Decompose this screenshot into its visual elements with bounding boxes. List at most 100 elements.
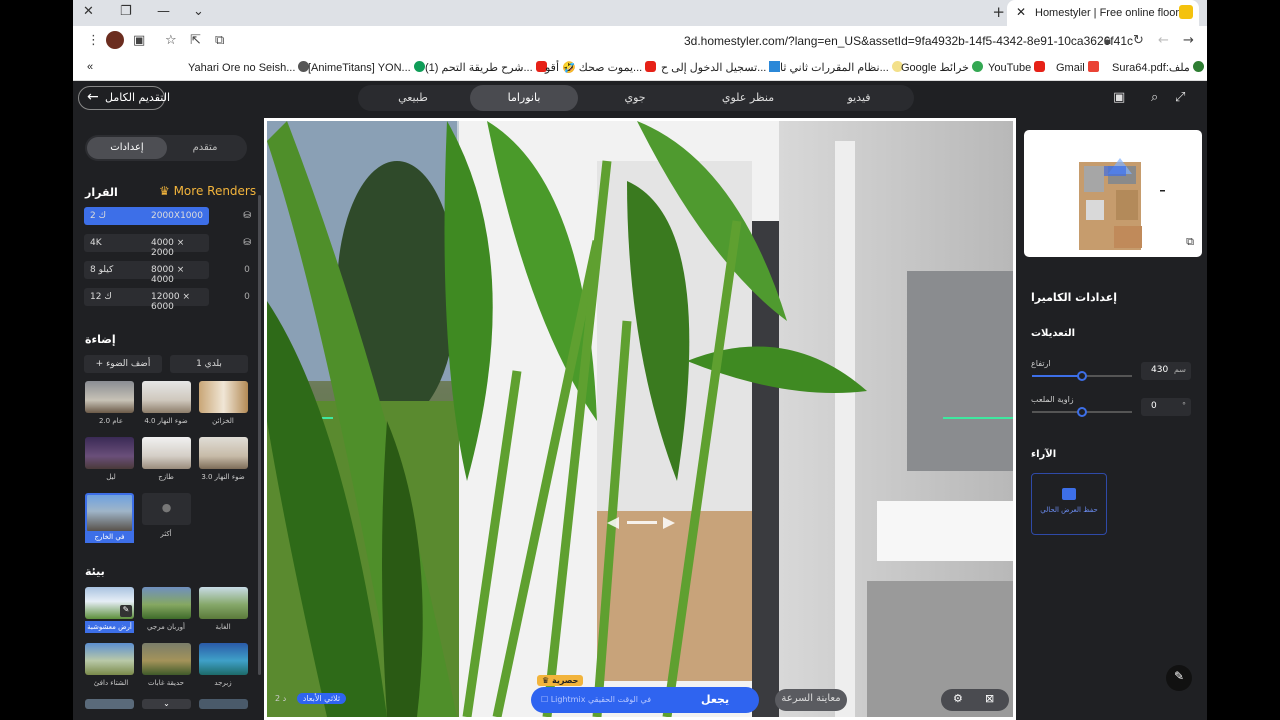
bookmark-item[interactable]: (1) شرح طريقة التحم... bbox=[425, 61, 547, 74]
address-bar[interactable]: 3d.homestyler.com/?lang=en_US&assetId=9f… bbox=[684, 34, 1133, 48]
render-topbar: ← التقديم الكامل طبيعي بانوراما جوي منظر… bbox=[73, 81, 1207, 115]
views-title: الآراء bbox=[1031, 449, 1057, 460]
env-thumb[interactable] bbox=[142, 643, 191, 675]
bookmark-item[interactable]: نظام المقررات ثاني ثا... bbox=[780, 61, 903, 74]
env-thumb-selected[interactable]: ✎ bbox=[85, 587, 134, 619]
more-lights-icon[interactable]: ● bbox=[142, 493, 191, 525]
expand-minimap-icon[interactable]: ⧉ bbox=[1186, 235, 1194, 249]
add-light-button[interactable]: + أضف الضوء bbox=[84, 355, 162, 373]
resolution-option[interactable]: 8000 × 4000 8 كيلو 0 bbox=[84, 261, 250, 285]
bookmark-item[interactable]: [AnimeTitans] YON... bbox=[308, 61, 425, 74]
menu-icon[interactable]: ⋮ bbox=[87, 33, 100, 48]
resolution-option[interactable]: 4000 × 2000 4K ⛁ bbox=[84, 234, 251, 258]
tab-panorama[interactable]: بانوراما bbox=[470, 85, 578, 111]
toggle-2d[interactable]: 2 د bbox=[275, 694, 286, 703]
bookmarks-bar: « Yahari Ore no Seish... [AnimeTitans] Y… bbox=[73, 56, 1207, 81]
close-window-icon[interactable]: ✕ bbox=[83, 4, 94, 19]
light-thumb[interactable] bbox=[85, 381, 134, 413]
tab-normal[interactable]: طبيعي bbox=[368, 85, 458, 111]
toggle-3d[interactable]: ثلاثي الأبعاد bbox=[296, 693, 347, 704]
light-thumb[interactable] bbox=[85, 437, 134, 469]
pitch-input[interactable]: 0 ° bbox=[1141, 398, 1191, 416]
left-panel-scrollbar[interactable] bbox=[258, 195, 261, 675]
light-thumb[interactable] bbox=[142, 381, 191, 413]
floorplan-minimap[interactable]: ⧉ bbox=[1024, 130, 1202, 257]
bookmark-item[interactable]: Google خرائط bbox=[901, 61, 983, 74]
sidebar-icon[interactable]: ▣ bbox=[133, 33, 145, 48]
tab-list-chevron-icon[interactable]: ⌄ bbox=[193, 4, 204, 19]
edit-icon[interactable]: ✎ bbox=[120, 605, 132, 617]
light-preset-select[interactable]: بلدي 1 bbox=[170, 355, 248, 373]
save-current-view-button[interactable]: حفظ العرض الحالي bbox=[1031, 473, 1107, 535]
resolution-option[interactable]: 12000 × 6000 12 ك 0 bbox=[84, 288, 250, 312]
restore-window-icon[interactable]: ❐ bbox=[120, 4, 132, 19]
height-label: ارتفاع bbox=[1031, 359, 1051, 368]
notes-icon[interactable]: ✎ bbox=[1166, 665, 1192, 691]
env-thumb[interactable] bbox=[199, 643, 248, 675]
tab-aerial[interactable]: جوي bbox=[590, 85, 680, 111]
render-button[interactable]: ☐ Lightmix في الوقت الحقيقي يجعل bbox=[531, 687, 759, 713]
light-thumb[interactable] bbox=[199, 437, 248, 469]
env-thumb[interactable] bbox=[199, 699, 248, 709]
camera-settings-title: إعدادات الكاميرا bbox=[1031, 291, 1118, 304]
homestyler-app: ← التقديم الكامل طبيعي بانوراما جوي منظر… bbox=[73, 81, 1207, 720]
pitch-slider-knob[interactable] bbox=[1077, 407, 1087, 417]
full-submit-button[interactable]: ← التقديم الكامل bbox=[78, 86, 170, 110]
new-tab-icon[interactable]: + bbox=[992, 3, 1005, 21]
browser-tab[interactable]: ✕ Homestyler | Free online floor pl bbox=[1007, 0, 1199, 26]
reload-icon[interactable]: ↻ bbox=[1133, 33, 1144, 48]
camera-plus-icon bbox=[1062, 488, 1076, 500]
env-thumb[interactable] bbox=[142, 587, 191, 619]
fit-view-icon[interactable]: ⊠ bbox=[985, 692, 994, 705]
bookmark-item[interactable]: YouTube bbox=[988, 61, 1046, 74]
tab-advanced[interactable]: متقدم bbox=[165, 135, 245, 161]
camera-settings-icon[interactable]: ⚙ bbox=[953, 692, 963, 705]
back-icon[interactable]: → bbox=[1183, 33, 1194, 48]
bookmarks-overflow-icon[interactable]: « bbox=[87, 61, 93, 73]
lock-icon[interactable]: 🔒︎ bbox=[1104, 33, 1111, 48]
light-thumb[interactable] bbox=[142, 437, 191, 469]
viewport-bottom-bar: 2 د ثلاثي الأبعاد ☐ Lightmix في الوقت ال… bbox=[267, 675, 1013, 717]
height-slider-knob[interactable] bbox=[1077, 371, 1087, 381]
env-thumb[interactable] bbox=[85, 643, 134, 675]
more-renders-link[interactable]: ♛ More Renders bbox=[159, 184, 256, 198]
height-slider[interactable] bbox=[1032, 371, 1132, 381]
cast-icon[interactable]: ⧉ bbox=[215, 33, 224, 48]
pitch-slider[interactable] bbox=[1032, 407, 1132, 417]
inspect-icon[interactable]: ⌕ bbox=[1151, 90, 1158, 105]
tab-top-view[interactable]: منظر علوي bbox=[698, 85, 798, 111]
adjustments-title: التعديلات bbox=[1031, 328, 1076, 339]
tab-video[interactable]: فيديو bbox=[814, 85, 904, 111]
resolution-option[interactable]: 2000X1000 2 ك ⛁ bbox=[84, 207, 251, 225]
close-tab-icon[interactable]: ✕ bbox=[1016, 5, 1026, 19]
bookmark-item[interactable]: Sura64.pdf:ملف bbox=[1112, 61, 1204, 74]
bookmark-star-icon[interactable]: ☆ bbox=[165, 33, 177, 48]
bookmark-item[interactable]: Yahari Ore no Seish... bbox=[188, 61, 310, 74]
browser-window: ✕ ❐ — ⌄ + ✕ Homestyler | Free online flo… bbox=[73, 0, 1207, 720]
fullscreen-icon[interactable]: ⤢ bbox=[1175, 90, 1185, 105]
view-toggle[interactable]: 2 د ثلاثي الأبعاد bbox=[275, 693, 347, 704]
exclusive-badge: ♛ حصرية bbox=[537, 675, 584, 686]
profile-avatar-icon[interactable] bbox=[106, 31, 124, 49]
share-icon[interactable]: ⇱ bbox=[190, 33, 201, 48]
youtube-icon bbox=[645, 61, 657, 72]
bookmark-item[interactable]: Gmail bbox=[1056, 61, 1099, 74]
env-thumb[interactable] bbox=[85, 699, 134, 709]
tab-settings[interactable]: إعدادات bbox=[87, 137, 167, 159]
homestyler-favicon-icon bbox=[1179, 5, 1193, 19]
minimize-window-icon[interactable]: — bbox=[157, 4, 170, 19]
realtime-lightmix-toggle[interactable]: ☐ Lightmix في الوقت الحقيقي bbox=[541, 695, 651, 704]
forward-icon[interactable]: ← bbox=[1158, 33, 1169, 48]
bookmark-item[interactable]: يموت صحك 🤣 أقو... bbox=[545, 61, 657, 74]
light-thumb-selected[interactable] bbox=[85, 493, 134, 533]
panorama-viewport[interactable]: 2 د ثلاثي الأبعاد ☐ Lightmix في الوقت ال… bbox=[264, 118, 1016, 720]
light-thumb[interactable] bbox=[199, 381, 248, 413]
height-input[interactable]: 430 سم bbox=[1141, 362, 1191, 380]
gallery-icon[interactable]: ▣ bbox=[1113, 90, 1125, 105]
bookmark-item[interactable]: تسجيل الدخول إلى ح... bbox=[661, 61, 781, 74]
env-thumb[interactable] bbox=[199, 587, 248, 619]
tab-bar: ✕ ❐ — ⌄ + ✕ Homestyler | Free online flo… bbox=[73, 0, 1207, 26]
floorplan-preview bbox=[1079, 158, 1165, 250]
quick-preview-button[interactable]: معاينة السرعة bbox=[775, 689, 847, 711]
chevron-down-icon[interactable]: ⌄ bbox=[142, 699, 191, 709]
